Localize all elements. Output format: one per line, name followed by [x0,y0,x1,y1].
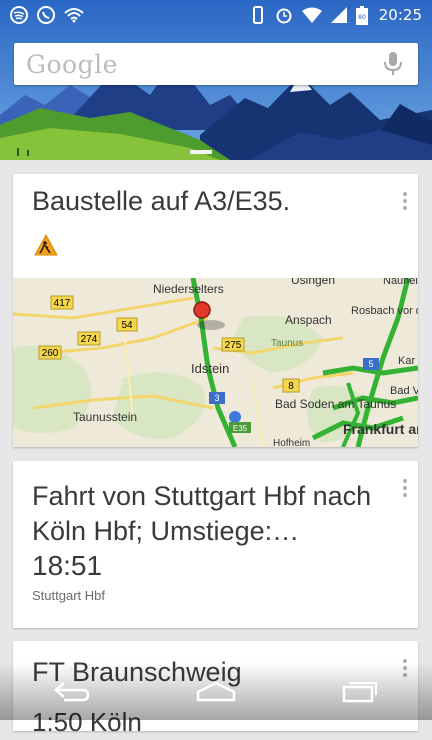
navigation-bar [0,662,432,720]
home-button[interactable] [191,676,241,706]
card-menu-icon[interactable] [402,192,408,210]
map-label: Hofheim [273,438,310,447]
traffic-card[interactable]: Baustelle auf A3/E35. 417 274 54 260 275… [13,174,418,447]
back-icon [54,682,90,702]
road-shield: 8 [282,378,300,393]
map-label: Taunus [271,338,303,349]
svg-text:8: 8 [288,381,294,392]
map-label: Bad Vil [390,385,418,397]
card-menu-icon[interactable] [402,479,408,497]
map-label: Kar [398,355,415,367]
spotify-icon [10,6,28,24]
map-label: Frankfurt am Main [343,421,418,437]
svg-text:275: 275 [225,340,242,351]
signal-icon [330,7,347,23]
map-label: Idstein [191,361,229,376]
svg-text:E35: E35 [233,424,248,433]
roadworks-icon [34,234,58,256]
map-label: Usingen [291,278,335,287]
battery-icon: 80 [355,5,368,25]
transit-card[interactable]: Fahrt von Stuttgart Hbf nach Köln Hbf; U… [13,461,418,628]
status-bar: 80 20:25 [0,0,432,30]
road-shield: 274 [77,331,101,346]
clock: 20:25 [378,6,422,24]
recents-icon [342,682,377,703]
svg-text:54: 54 [121,320,133,331]
map-label: Taunusstein [73,410,137,424]
road-shield: 417 [50,295,74,310]
wifi-icon [64,8,84,23]
mic-icon[interactable] [382,51,404,77]
svg-text:5: 5 [368,359,373,369]
svg-text:417: 417 [54,298,71,309]
home-icon [196,681,236,702]
whatsapp-icon [37,6,55,24]
wifi-icon [301,7,322,23]
departure-station: Stuttgart Hbf [32,588,105,603]
google-logo: Google [26,49,118,79]
incident-marker[interactable] [193,301,211,319]
traffic-map[interactable]: 417 274 54 260 275 8 3 E35 5 Niederselte… [13,278,418,447]
road-shield: E35 [229,422,251,433]
map-label: Niederselters [153,282,224,296]
map-label: Bad Soden am Taunus [275,397,396,411]
road-shield: 260 [38,345,62,360]
svg-text:3: 3 [214,393,219,403]
svg-text:80: 80 [358,14,366,21]
road-shield: 3 [209,392,225,404]
road-shield: 275 [221,337,245,352]
map-label: Nauhei [383,278,418,287]
card-title: Fahrt von Stuttgart Hbf nach Köln Hbf; U… [32,481,372,546]
svg-text:260: 260 [42,348,59,359]
location-marker [229,411,241,423]
search-bar[interactable]: Google [14,43,418,85]
svg-text:274: 274 [81,334,98,345]
recents-button[interactable] [335,676,385,706]
back-button[interactable] [47,676,97,706]
departure-time: 18:51 [32,550,103,581]
map-label: Anspach [285,313,332,327]
road-shield: 54 [116,317,138,332]
map-label: Rosbach vor der Höhe [351,305,418,317]
road-shield: 5 [363,358,379,370]
vibrate-icon [252,6,263,24]
card-title: Baustelle auf A3/E35. [32,186,291,216]
alarm-icon [276,8,292,24]
